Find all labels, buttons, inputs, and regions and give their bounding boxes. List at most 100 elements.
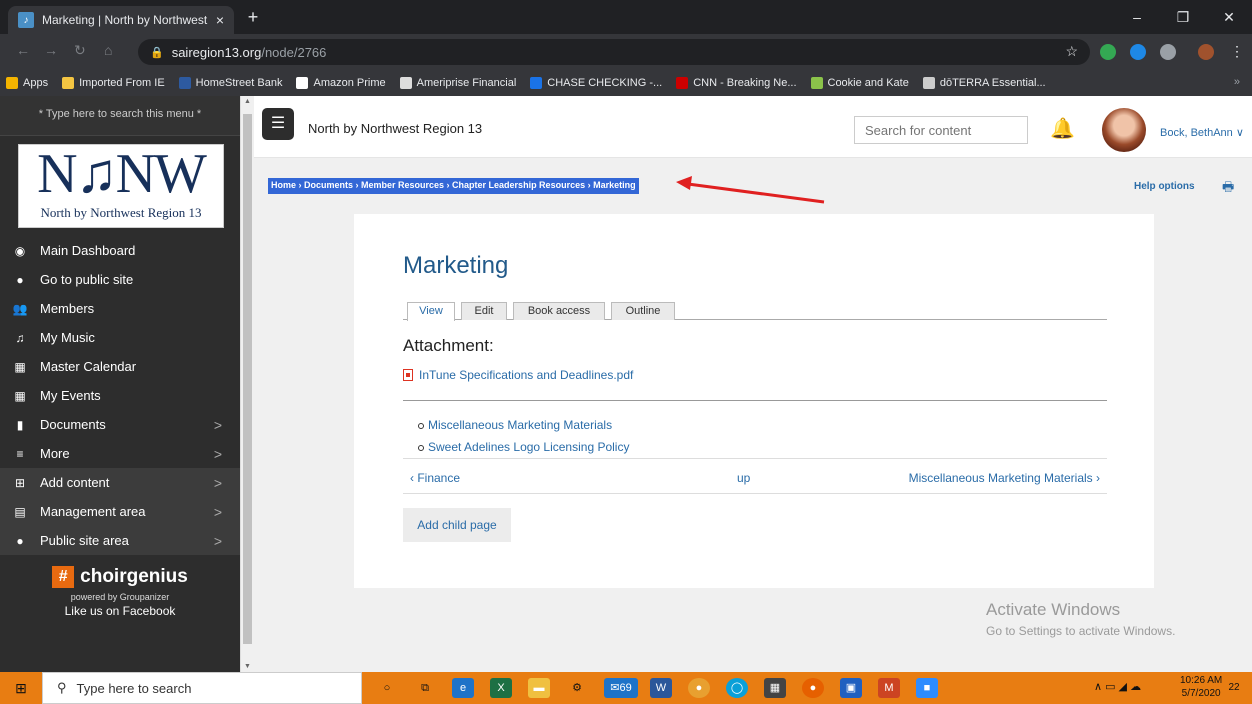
scroll-down-icon[interactable]: ▼	[244, 663, 251, 670]
calculator-icon[interactable]: ▦	[764, 678, 786, 698]
extension-shield-icon[interactable]	[1100, 44, 1116, 60]
sidebar-item[interactable]: ● Public site area >	[0, 526, 240, 555]
cortana-circle-icon[interactable]: ◯	[726, 678, 748, 698]
sidebar-scrollbar[interactable]: ▲ ▼	[240, 96, 254, 672]
tab-book-access[interactable]: Book access	[513, 302, 605, 320]
bookmark-icon	[922, 77, 935, 89]
app-header: ☰ North by Northwest Region 13 🔔 Bock, B…	[254, 96, 1252, 158]
bookmarks-overflow-icon[interactable]: »	[1234, 76, 1240, 88]
clock-time: 10:26 AM	[1180, 675, 1223, 686]
cortana-icon[interactable]: ○	[376, 678, 398, 698]
back-icon[interactable]: ←	[16, 42, 30, 58]
profile-avatar-icon[interactable]	[1198, 44, 1214, 60]
sidebar-item-label: Master Calendar	[40, 359, 137, 374]
notification-center-icon[interactable]: 22	[1224, 679, 1244, 697]
hamburger-menu-icon[interactable]: ☰	[262, 108, 294, 140]
forward-icon[interactable]: →	[44, 42, 58, 58]
notification-bell-icon[interactable]: 🔔	[1050, 116, 1075, 141]
attachment-filename[interactable]: InTune Specifications and Deadlines.pdf	[419, 368, 633, 382]
bookmark-icon	[62, 77, 75, 89]
bookmark-item[interactable]: Ameriprise Financial	[399, 77, 517, 89]
bookmark-star-icon[interactable]: ☆	[1065, 43, 1078, 60]
minimize-button[interactable]: –	[1114, 0, 1160, 34]
page-title: Marketing	[403, 252, 509, 279]
sidebar-item-label: Main Dashboard	[40, 243, 136, 258]
word-icon[interactable]: W	[650, 678, 672, 698]
scroll-up-icon[interactable]: ▲	[244, 98, 251, 105]
sidebar-item[interactable]: ≡ More >	[0, 439, 240, 468]
tab-close-icon[interactable]: ×	[216, 12, 224, 28]
chrome-icon[interactable]: ●	[688, 678, 710, 698]
sidebar-item[interactable]: ♫ My Music	[0, 323, 240, 352]
new-tab-button[interactable]: +	[240, 6, 266, 30]
help-options-link[interactable]: Help options	[1134, 181, 1195, 192]
reload-icon[interactable]: ↻	[74, 42, 86, 59]
bookmark-item[interactable]: CNN - Breaking Ne...	[676, 77, 797, 89]
browser-menu-icon[interactable]: ⋮	[1230, 43, 1244, 60]
previous-page-link[interactable]: ‹ Finance	[410, 471, 460, 485]
sidebar-item[interactable]: 👥 Members	[0, 294, 240, 323]
zoom-icon[interactable]: ■	[916, 678, 938, 698]
up-link[interactable]: up	[737, 471, 750, 485]
site-favicon-icon: ♪	[18, 12, 34, 28]
activate-windows-watermark: Activate Windows Go to Settings to activ…	[986, 600, 1175, 638]
bookmark-item[interactable]: Apps	[6, 77, 48, 89]
content-search-input[interactable]	[854, 116, 1028, 144]
add-child-page-button[interactable]: Add child page	[403, 508, 511, 542]
scrollbar-thumb[interactable]	[243, 114, 252, 644]
address-bar[interactable]: 🔒 sairegion13.org/node/2766 ☆	[138, 39, 1090, 65]
tab-outline[interactable]: Outline	[611, 302, 675, 320]
bookmark-label: Ameriprise Financial	[416, 77, 517, 89]
windows-taskbar: ⊞ ⚲ Type here to search ○ ⧉ e X ▬ ⚙ ✉69 …	[0, 672, 1252, 704]
user-menu[interactable]: Bock, BethAnn ∨	[1160, 126, 1244, 139]
extension-icon[interactable]	[1160, 44, 1176, 60]
bookmark-item[interactable]: Imported From IE	[62, 77, 165, 89]
sidebar-item[interactable]: ▮ Documents >	[0, 410, 240, 439]
browser-tab[interactable]: ♪ Marketing | North by Northwest ×	[8, 6, 234, 34]
bookmark-item[interactable]: CHASE CHECKING -...	[530, 77, 662, 89]
task-view-icon[interactable]: ⧉	[414, 678, 436, 698]
attachment-link[interactable]: InTune Specifications and Deadlines.pdf	[403, 368, 633, 382]
sidebar-item[interactable]: ▤ Management area >	[0, 497, 240, 526]
print-icon[interactable]: 🖶	[1222, 178, 1234, 200]
choirgenius-logo[interactable]: # choirgenius	[0, 566, 240, 588]
tab-view[interactable]: View	[407, 302, 455, 321]
attachment-heading: Attachment:	[403, 336, 494, 355]
firefox-icon[interactable]: ●	[802, 678, 824, 698]
site-logo[interactable]: N♫NW North by Northwest Region 13	[18, 144, 224, 228]
taskbar-clock[interactable]: 10:26 AM 5/7/2020	[1180, 674, 1222, 700]
sidebar-item[interactable]: ⊞ Add content >	[0, 468, 240, 497]
excel-icon[interactable]: X	[490, 678, 512, 698]
child-page-link[interactable]: Miscellaneous Marketing Materials	[417, 418, 629, 440]
app-icon[interactable]: ▣	[840, 678, 862, 698]
bookmark-item[interactable]: HomeStreet Bank	[178, 77, 282, 89]
bookmark-label: Amazon Prime	[313, 77, 386, 89]
edge-icon[interactable]: e	[452, 678, 474, 698]
user-avatar[interactable]	[1102, 108, 1146, 152]
extension-icon[interactable]	[1130, 44, 1146, 60]
bookmark-item[interactable]: dōTERRA Essential...	[922, 77, 1046, 89]
settings-gear-icon[interactable]: ⚙	[566, 678, 588, 698]
gmail-icon[interactable]: M	[878, 678, 900, 698]
sidebar-item[interactable]: ● Go to public site	[0, 265, 240, 294]
facebook-link[interactable]: Like us on Facebook	[0, 604, 240, 618]
close-window-button[interactable]: ✕	[1206, 0, 1252, 34]
windows-start-icon[interactable]: ⊞	[0, 672, 42, 704]
next-page-link[interactable]: Miscellaneous Marketing Materials ›	[909, 471, 1100, 485]
bookmark-icon	[178, 77, 191, 89]
bookmark-item[interactable]: Amazon Prime	[296, 77, 386, 89]
file-explorer-icon[interactable]: ▬	[528, 678, 550, 698]
sidebar-menu-search[interactable]: * Type here to search this menu *	[0, 96, 240, 136]
sidebar-item[interactable]: ▦ My Events	[0, 381, 240, 410]
breadcrumb[interactable]: Home › Documents › Member Resources › Ch…	[268, 178, 639, 194]
sidebar-item[interactable]: ◉ Main Dashboard	[0, 236, 240, 265]
tab-edit[interactable]: Edit	[461, 302, 507, 320]
page-tabs: View Edit Book access Outline	[403, 300, 1107, 321]
restore-button[interactable]: ❐	[1160, 0, 1206, 34]
home-icon[interactable]: ⌂	[104, 42, 112, 58]
sidebar-item[interactable]: ▦ Master Calendar	[0, 352, 240, 381]
taskbar-search[interactable]: ⚲ Type here to search	[42, 672, 362, 704]
system-tray-icons[interactable]: ∧ ▭ ◢ ☁	[1094, 680, 1141, 693]
mail-icon[interactable]: ✉69	[604, 678, 638, 698]
bookmark-item[interactable]: Cookie and Kate	[810, 77, 909, 89]
